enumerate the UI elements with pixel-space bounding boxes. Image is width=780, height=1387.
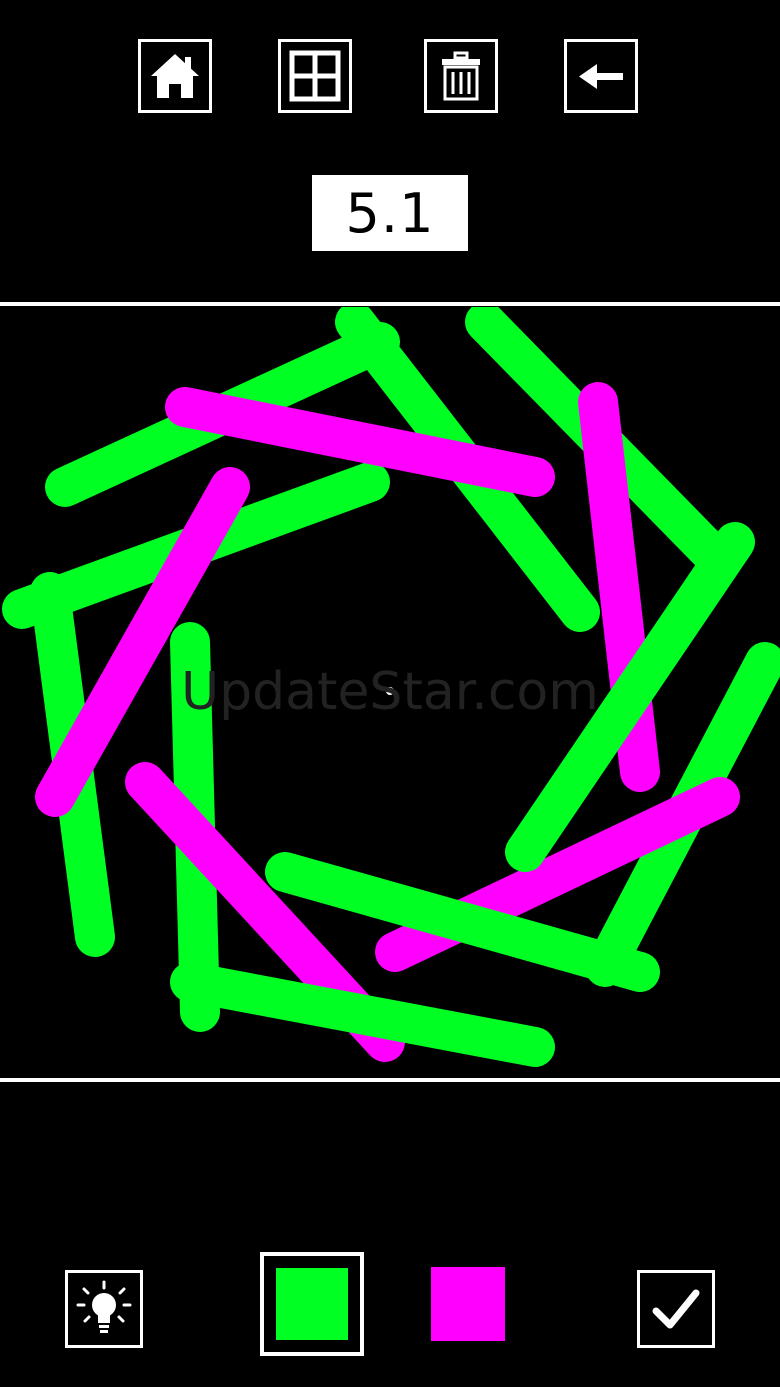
lightbulb-icon <box>76 1280 132 1333</box>
grid-icon <box>289 50 341 102</box>
home-icon <box>151 54 199 98</box>
delete-button[interactable] <box>424 39 498 113</box>
checkmark-icon <box>652 1289 700 1329</box>
levels-grid-button[interactable] <box>278 39 352 113</box>
board-top-border <box>0 302 780 306</box>
green-swatch <box>276 1268 348 1340</box>
color-swatch-green-selected[interactable] <box>260 1252 364 1356</box>
back-button[interactable] <box>564 39 638 113</box>
home-button[interactable] <box>138 39 212 113</box>
sticks-canvas[interactable] <box>0 307 780 1079</box>
confirm-button[interactable] <box>637 1270 715 1348</box>
arrow-left-icon <box>579 64 623 89</box>
hint-button[interactable] <box>65 1270 143 1348</box>
green-stick[interactable] <box>265 852 660 992</box>
level-indicator: 5.1 <box>312 175 468 251</box>
center-dot <box>386 687 394 695</box>
game-board[interactable]: UpdateStar.com <box>0 307 780 1079</box>
color-swatch-magenta[interactable] <box>431 1267 505 1341</box>
trash-icon <box>442 51 480 101</box>
